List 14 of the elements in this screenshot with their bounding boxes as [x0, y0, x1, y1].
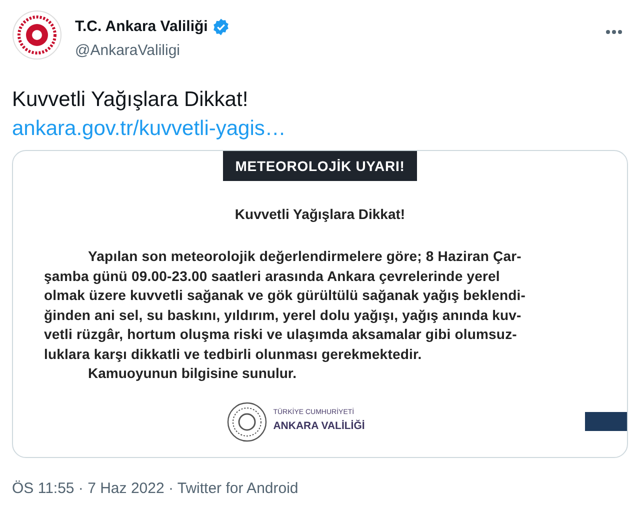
more-icon[interactable] [605, 29, 623, 35]
seal-icon [227, 402, 268, 442]
corner-bar [585, 412, 627, 431]
notice-title: Kuvvetli Yağışlara Dikkat! [234, 205, 406, 224]
warning-banner: METEOROLOJİK UYARI! [223, 151, 417, 181]
emblem-avatar[interactable] [12, 10, 62, 60]
attached-image[interactable] [12, 150, 628, 458]
account-name[interactable]: T.C. Ankara Valiliği [75, 16, 208, 38]
notice-closing: Kamuoyunun bilgisine sunulur. [87, 364, 298, 383]
tweet-timestamp[interactable]: ÖS 11:55 · 7 Haz 2022 · Twitter for Android [12, 478, 298, 500]
notice-body: Yapılan son meteorolojik değerlendirmelere göre; 8 Haziran Çar- şamba günü 09.00-23.00 saatleri arasında Ankara çevrelerinde yerel olmak üzere kuvvetli sağanak ve gök gürültülü sağanak yağış beklendi- ğinden ani sel, su baskını, yıldırım, yerel dolu yağışı, yağış anında kuv- vetli rüzgâr, hortum oluşma riski ve ulaşımda aksamalar gibi olumsuz- luklara karşı dikkatli ve tedbirli olunması gerekmektedir. [43, 247, 527, 364]
tweet-text: Kuvvetli Yağışlara Dikkat! [12, 87, 250, 113]
account-handle[interactable]: @AnkaraValiligi [75, 40, 605, 62]
seal-name: ANKARA VALİLİĞİ [273, 418, 365, 434]
